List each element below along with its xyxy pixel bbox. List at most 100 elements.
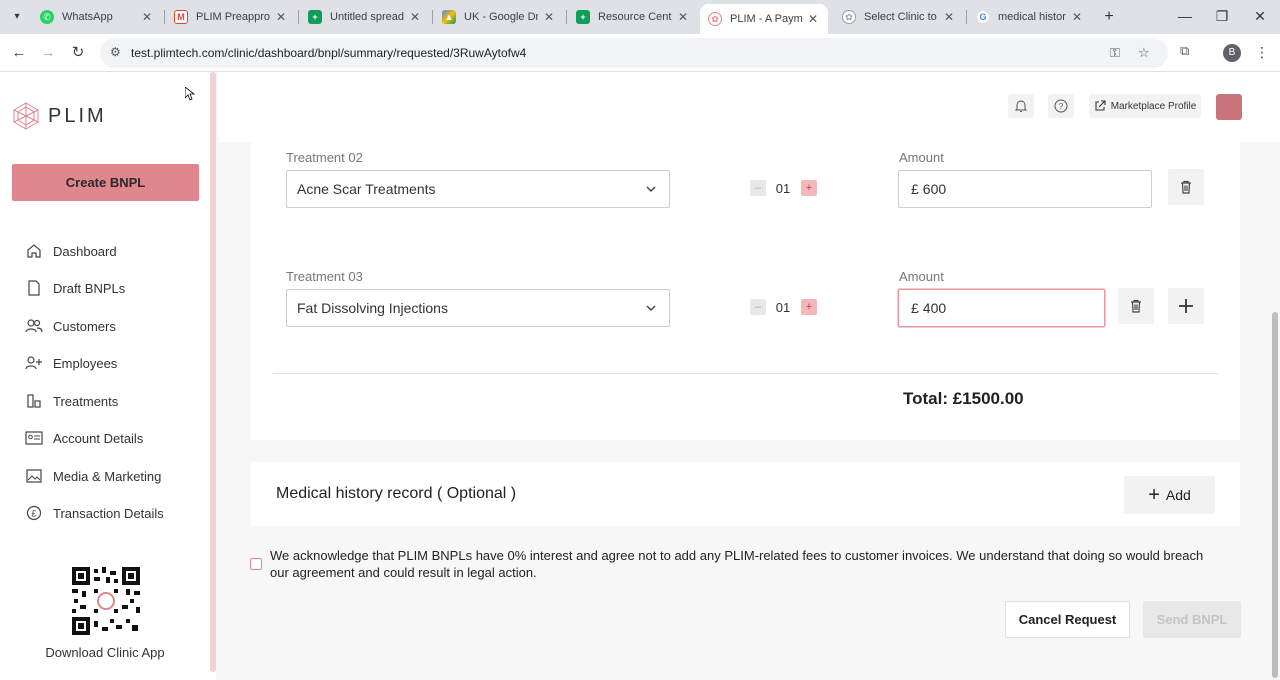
amount-value: 600 [922,181,947,197]
qr-code-icon[interactable] [72,567,140,635]
plim-logo[interactable]: PLIM [12,102,107,130]
profile-avatar[interactable]: B [1223,44,1241,62]
gmail-icon: M [174,10,188,24]
sidebar-item-dashboard[interactable]: Dashboard [25,240,117,262]
browser-tab-select-clinic[interactable]: ✿ Select Clinic to c ✕ [834,4,964,30]
browser-tab-drive[interactable]: ▲ UK - Google Driv ✕ [434,4,564,30]
sidebar-item-draft-bnpls[interactable]: Draft BNPLs [25,277,125,299]
google-icon: G [976,10,990,24]
delete-treatment-button[interactable] [1168,169,1204,205]
add-treatment-button[interactable] [1168,288,1204,324]
tab-search-button[interactable]: ▾ [8,8,26,26]
quantity-decrement-button[interactable]: – [750,299,766,315]
cancel-request-button[interactable]: Cancel Request [1005,601,1130,638]
close-icon[interactable]: ✕ [942,10,956,24]
address-bar[interactable]: ⚙ test.plimtech.com/clinic/dashboard/bnp… [100,38,1168,68]
tab-title: WhatsApp [62,11,113,23]
quantity-increment-button[interactable]: + [801,299,817,315]
clinic-avatar[interactable] [1216,94,1242,120]
loading-icon: ✿ [842,10,856,24]
drive-icon: ▲ [442,10,456,24]
treatments-icon [25,393,43,409]
whatsapp-icon: ✆ [40,10,54,24]
extensions-icon[interactable]: ⧉ [1180,43,1189,59]
sidebar-item-treatments[interactable]: Treatments [25,390,118,412]
document-icon [25,280,43,296]
acknowledgement-checkbox[interactable] [250,558,262,570]
acknowledgement-text: We acknowledge that PLIM BNPLs have 0% i… [270,548,1204,580]
plus-icon: + [1148,484,1160,506]
home-icon [25,243,43,259]
pound-icon: £ [25,505,43,521]
create-bnpl-button[interactable]: Create BNPL [12,164,199,201]
treatment-label: Treatment 02 [286,150,363,165]
svg-text:£: £ [31,509,36,519]
treatment-select-value: Acne Scar Treatments [297,181,436,197]
medical-history-card: Medical history record ( Optional ) + Ad… [251,462,1240,526]
sidebar-item-account-details[interactable]: Account Details [25,427,143,449]
bell-icon[interactable] [1008,94,1034,118]
browser-tab-resource[interactable]: + Resource Centre ✕ [568,4,698,30]
browser-tab-google[interactable]: G medical history c ✕ [968,4,1092,30]
sidebar-item-employees[interactable]: Employees [25,352,117,374]
browser-tabstrip: ▾ ✆ WhatsApp ✕ M PLIM Preapprova ✕ + Unt… [0,0,1280,34]
key-icon[interactable]: ⚿ [1110,45,1120,61]
treatment-select[interactable]: Acne Scar Treatments [286,170,670,208]
currency-symbol: £ [911,300,919,316]
close-icon[interactable]: ✕ [274,10,288,24]
quantity-increment-button[interactable]: + [801,180,817,196]
id-card-icon [25,430,43,446]
quantity-decrement-button[interactable]: – [750,180,766,196]
window-close-button[interactable]: ✕ [1237,6,1280,26]
sidebar-item-label: Transaction Details [53,505,164,521]
browser-tab-plim[interactable]: ✿ PLIM - A Paymen ✕ [700,4,828,34]
marketplace-profile-label: Marketplace Profile [1110,100,1197,112]
amount-input[interactable]: £ 400 [898,289,1105,327]
amount-value: 400 [922,300,947,316]
close-icon[interactable]: ✕ [806,12,820,26]
treatment-label: Treatment 03 [286,269,363,284]
image-icon [25,468,43,484]
url-text[interactable]: test.plimtech.com/clinic/dashboard/bnpl/… [131,46,526,60]
close-icon[interactable]: ✕ [676,10,690,24]
plus-icon [1179,299,1193,313]
menu-icon[interactable]: ⋮ [1255,44,1269,61]
download-clinic-app-label[interactable]: Download Clinic App [0,645,210,660]
medical-history-title: Medical history record ( Optional ) [276,485,517,502]
send-bnpl-button[interactable]: Send BNPL [1143,601,1241,638]
close-icon[interactable]: ✕ [408,10,422,24]
sidebar-item-label: Treatments [53,393,119,409]
reload-button[interactable]: ↻ [67,42,89,64]
amount-input[interactable]: £ 600 [898,170,1152,208]
star-icon[interactable]: ☆ [1138,45,1150,61]
sidebar-item-media-marketing[interactable]: Media & Marketing [25,465,161,487]
browser-tab-gmail[interactable]: M PLIM Preapprova ✕ [166,4,296,30]
close-icon[interactable]: ✕ [542,10,556,24]
sidebar-item-label: Draft BNPLs [53,280,126,296]
chevron-down-icon [645,301,657,317]
close-icon[interactable]: ✕ [1070,10,1084,24]
sidebar-item-label: Customers [53,318,116,334]
close-icon[interactable]: ✕ [140,10,154,24]
tab-title: Resource Centre [598,11,672,23]
sidebar-item-transaction-details[interactable]: £ Transaction Details [25,502,164,524]
add-user-icon [25,355,43,371]
forward-button[interactable]: → [37,42,59,64]
page-scrollbar[interactable] [1272,312,1278,678]
tab-title: PLIM Preapprova [196,11,270,23]
sidebar-scrollbar[interactable] [210,72,216,672]
help-icon[interactable]: ? [1048,94,1074,118]
quantity-value: 01 [775,300,791,315]
browser-tab-sheets[interactable]: + Untitled spreads ✕ [300,4,430,30]
add-medical-record-button[interactable]: + Add [1124,476,1215,514]
treatment-select[interactable]: Fat Dissolving Injections [286,289,670,327]
delete-treatment-button[interactable] [1118,288,1154,324]
trash-icon [1181,180,1191,194]
marketplace-profile-button[interactable]: Marketplace Profile [1089,94,1201,118]
sidebar-item-customers[interactable]: Customers [25,315,116,337]
site-info-icon[interactable]: ⚙ [110,45,121,59]
sidebar-item-label: Media & Marketing [53,468,162,484]
browser-tab-whatsapp[interactable]: ✆ WhatsApp ✕ [32,4,162,30]
back-button[interactable]: ← [8,42,30,64]
new-tab-button[interactable]: + [1100,8,1118,26]
